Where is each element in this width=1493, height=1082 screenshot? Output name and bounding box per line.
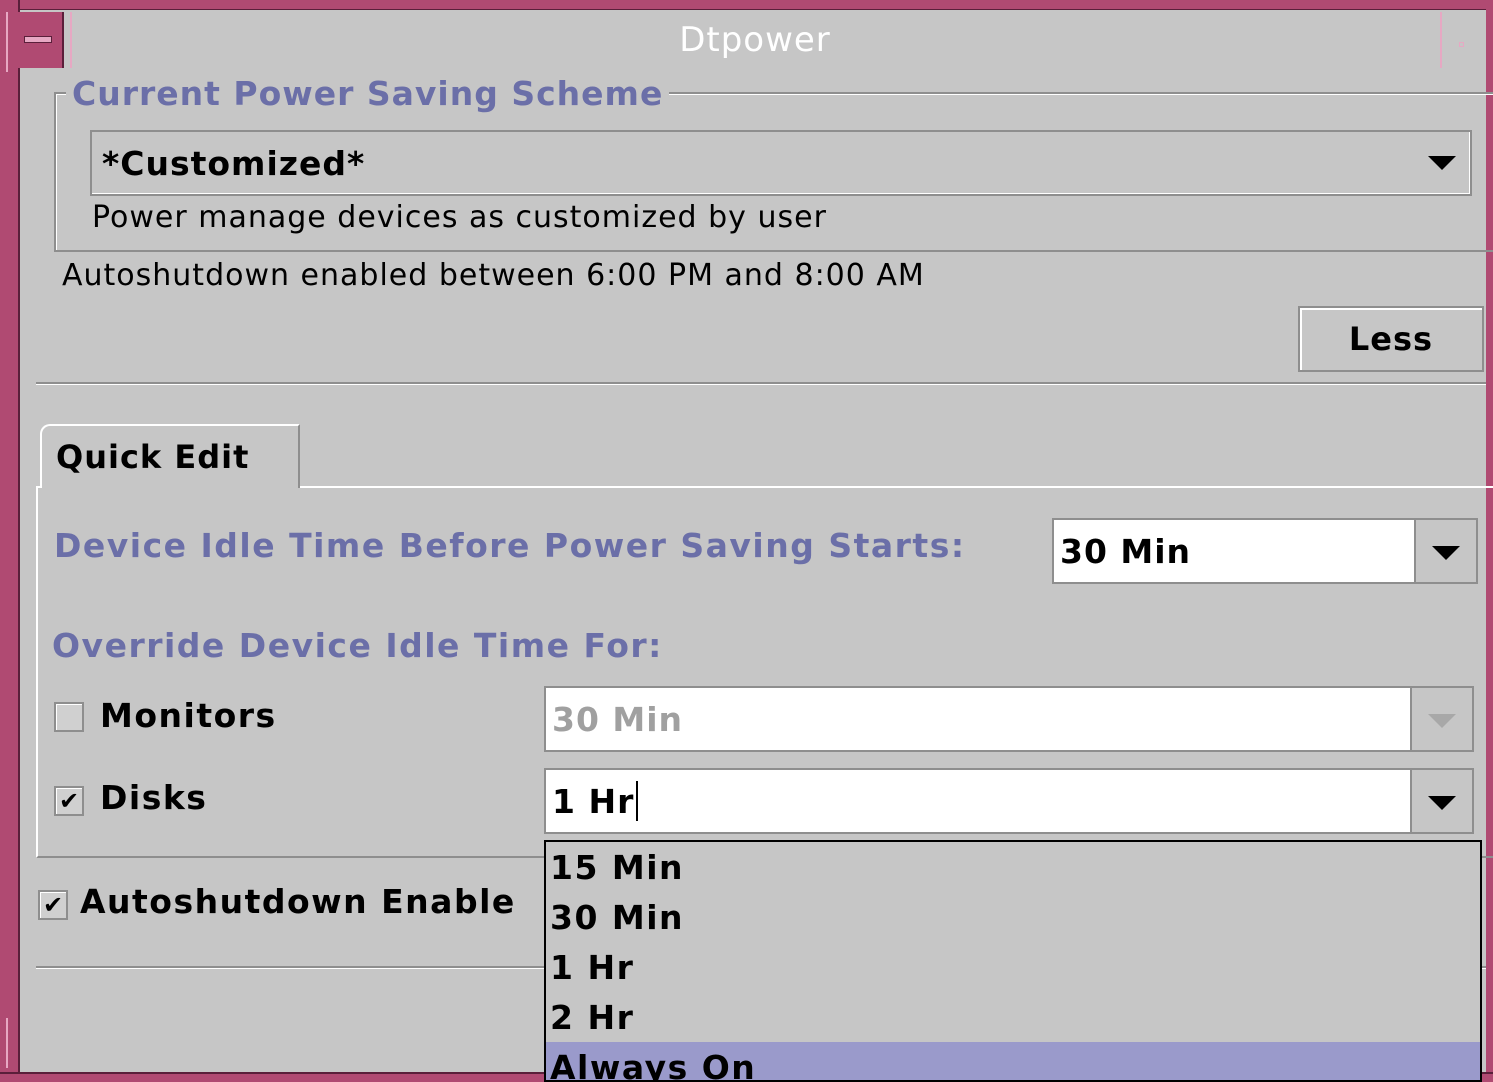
disks-idle-combo[interactable]: 1 Hr [544,768,1474,834]
scheme-group-title: Current Power Saving Scheme [66,74,670,113]
dropdown-option[interactable]: 15 Min [546,842,1480,892]
divider [36,382,1486,385]
text-cursor [636,781,639,821]
window-menu-button[interactable] [10,12,64,68]
autoshutdown-status-text: Autoshutdown enabled between 6:00 PM and… [62,258,925,293]
dropdown-option[interactable]: 1 Hr [546,942,1480,992]
window-frame-top[interactable] [0,0,1493,10]
scheme-select-value: *Customized* [102,143,366,183]
less-button[interactable]: Less [1298,306,1484,372]
dropdown-option[interactable]: 30 Min [546,892,1480,942]
disks-label: Disks [100,778,208,817]
window-title[interactable]: Dtpower [72,12,1438,68]
idle-time-dropdown-button[interactable] [1414,520,1476,582]
maximize-button[interactable] [1440,12,1486,68]
disks-checkbox[interactable]: ✔ [54,786,84,816]
monitors-idle-combo[interactable]: 30 Min [544,686,1474,752]
disks-idle-input[interactable]: 1 Hr [552,770,639,832]
idle-time-label: Device Idle Time Before Power Saving Sta… [54,526,966,565]
monitors-dropdown-button[interactable] [1410,688,1472,750]
chevron-down-icon [1432,546,1460,560]
window-menu-icon [24,36,52,43]
idle-time-combo[interactable]: 30 Min [1052,518,1478,584]
maximize-icon [1459,42,1464,47]
monitors-checkbox[interactable] [54,702,84,732]
monitors-idle-value: 30 Min [552,699,684,739]
frame-corner-mark [6,1018,8,1068]
autoshutdown-label: Autoshutdown Enable [80,882,516,921]
dropdown-option-highlighted[interactable]: Always On [546,1042,1480,1080]
chevron-down-icon [1428,796,1456,810]
dtpower-window: Dtpower Current Power Saving Scheme *Cus… [0,0,1493,1082]
disks-dropdown-list: 15 Min 30 Min 1 Hr 2 Hr Always On [544,840,1482,1082]
frame-corner-mark [6,12,8,72]
chevron-down-icon [1428,156,1456,170]
dropdown-option[interactable]: 2 Hr [546,992,1480,1042]
tab-quick-edit[interactable]: Quick Edit [40,424,300,488]
override-label: Override Device Idle Time For: [52,626,663,665]
autoshutdown-checkbox[interactable]: ✔ [38,890,68,920]
disks-dropdown-button[interactable] [1410,770,1472,832]
monitors-label: Monitors [100,696,277,735]
chevron-down-icon [1428,714,1456,728]
window-frame-left[interactable] [0,0,20,1082]
scheme-select[interactable]: *Customized* [90,130,1472,196]
scheme-description: Power manage devices as customized by us… [92,200,827,235]
idle-time-value: 30 Min [1060,531,1192,571]
disks-idle-value: 1 Hr [552,781,635,821]
